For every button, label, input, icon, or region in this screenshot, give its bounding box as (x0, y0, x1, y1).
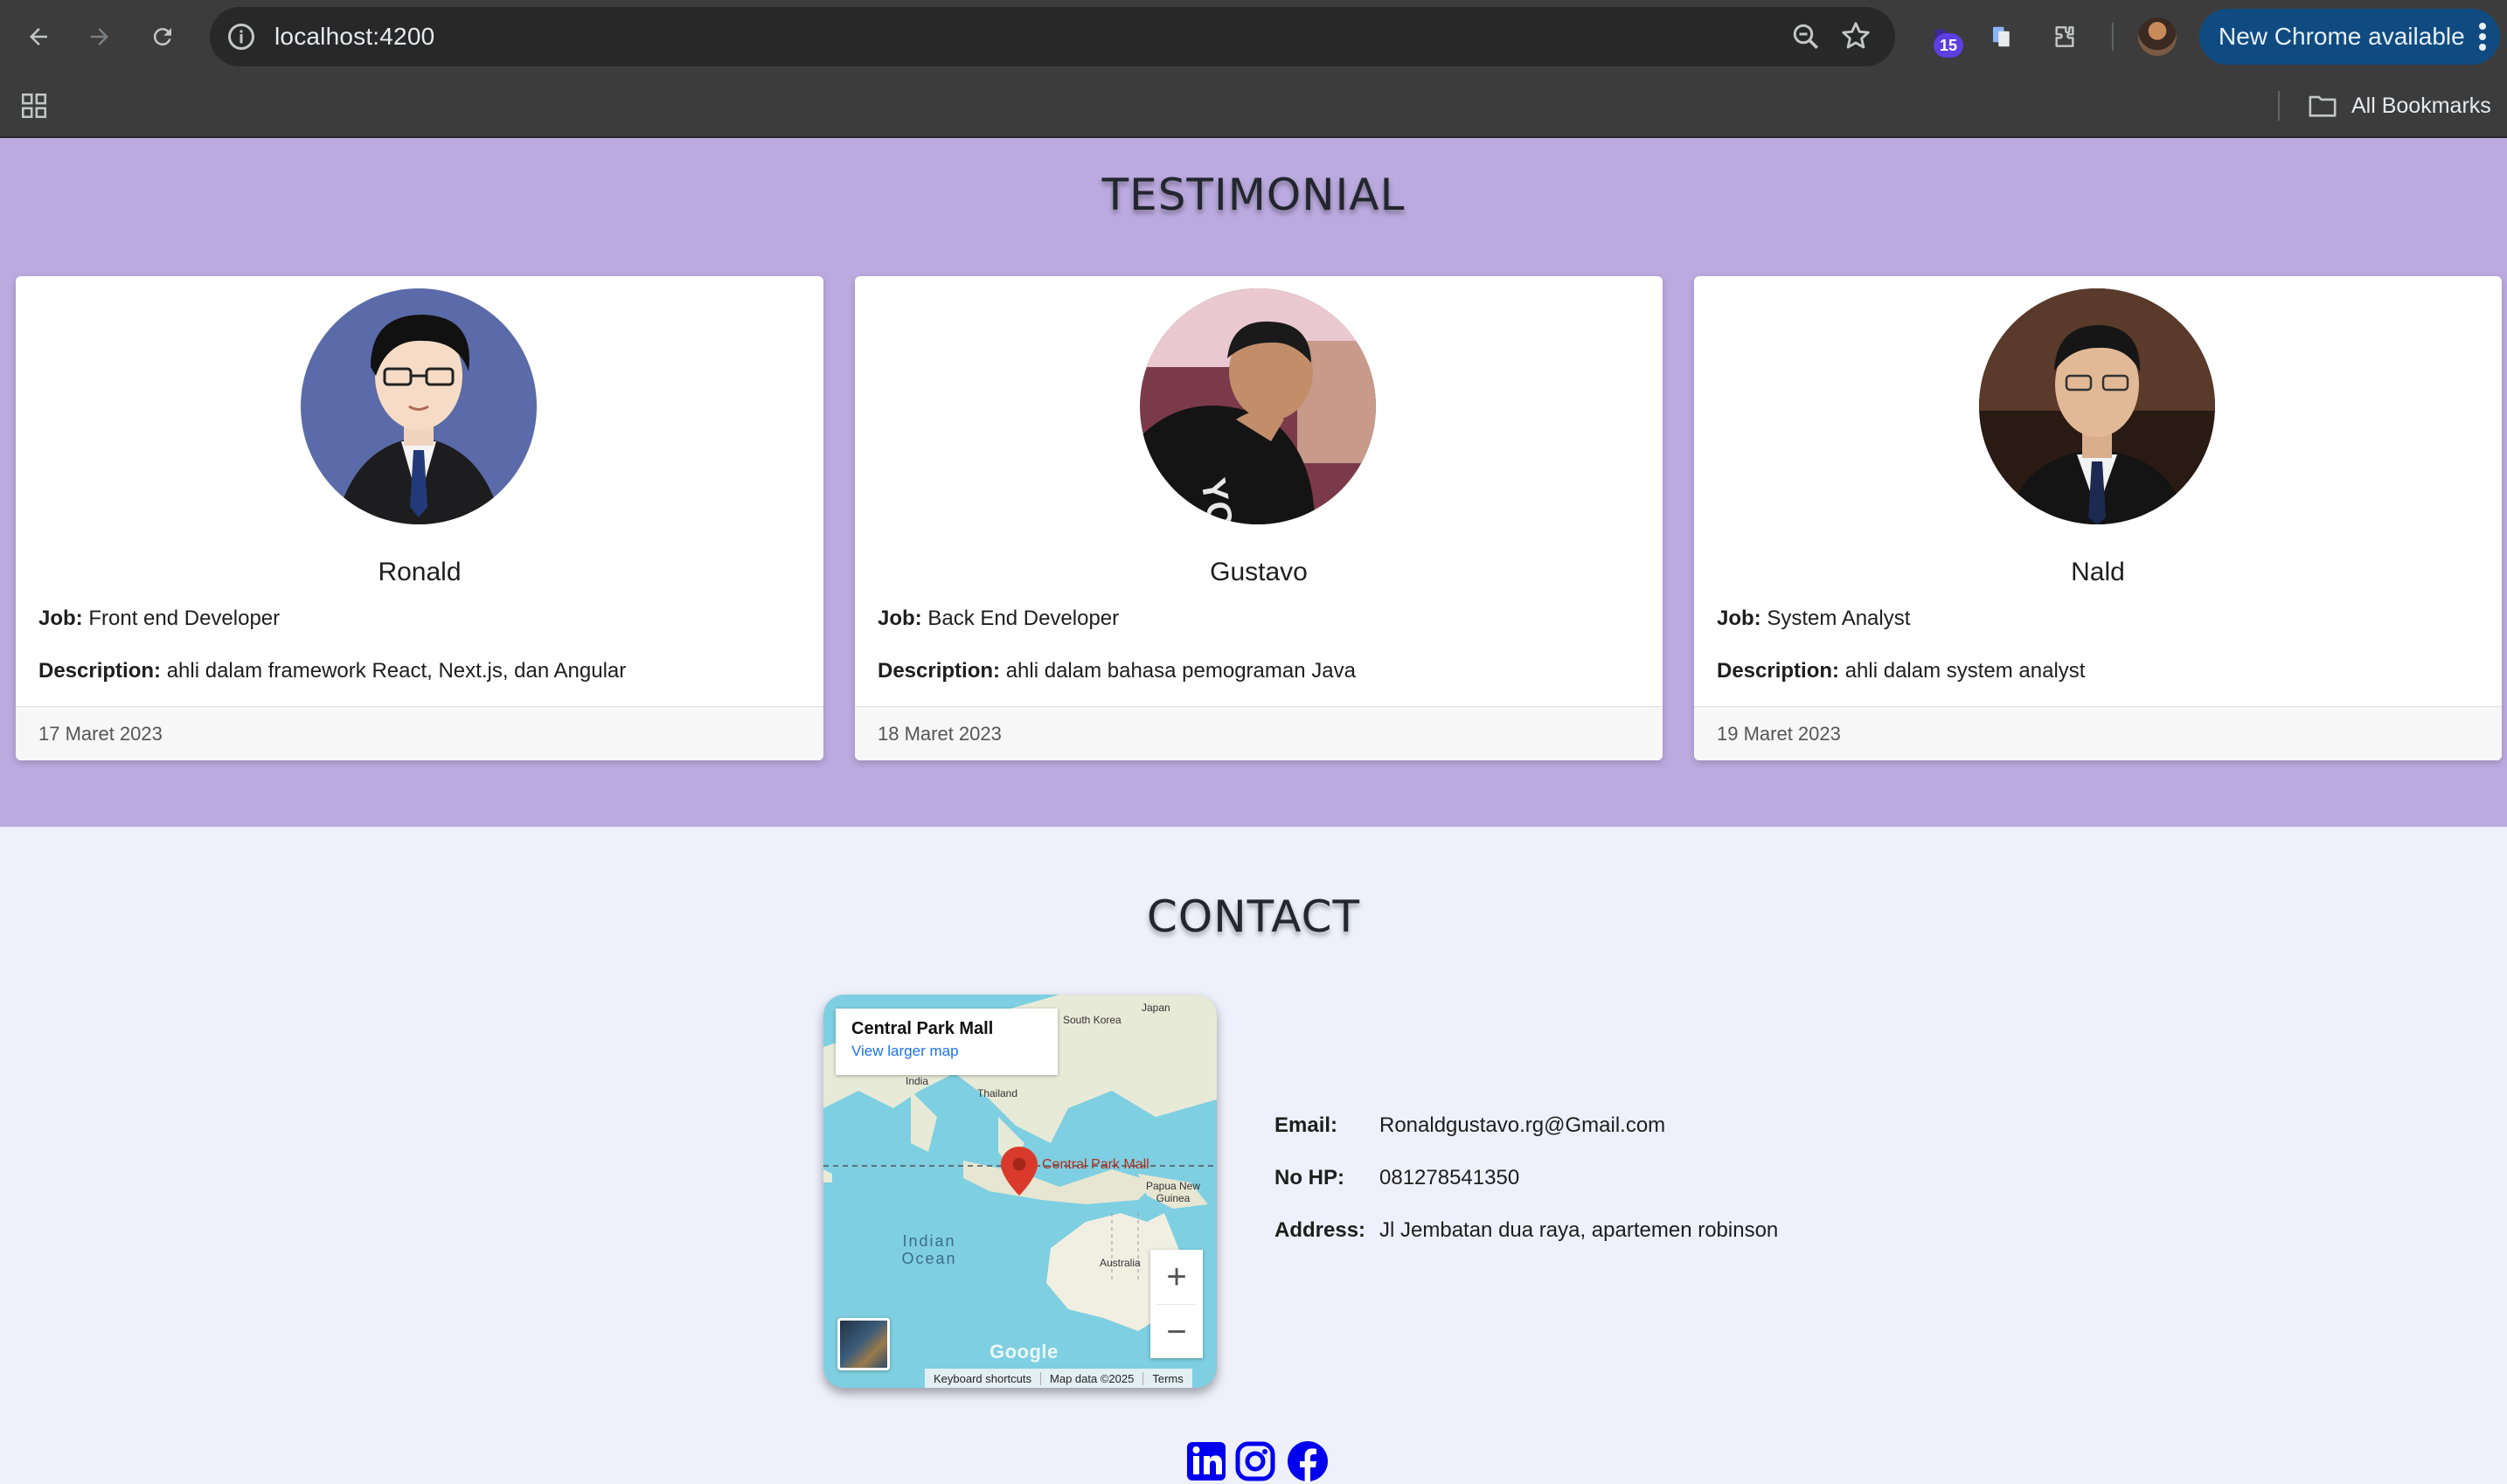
all-bookmarks-label: All Bookmarks (2351, 93, 2491, 118)
satellite-toggle[interactable] (837, 1318, 890, 1370)
puzzle-icon (2055, 26, 2074, 47)
card-description: Description: ahli dalam system analyst (1717, 659, 2085, 683)
reload-button[interactable] (143, 17, 182, 56)
address-label: Address: (1274, 1218, 1366, 1242)
card-date: 19 Maret 2023 (1694, 706, 2502, 760)
map-attribution: Keyboard shortcuts Map data ©2025 Terms (925, 1369, 1192, 1388)
job-value: Front end Developer (88, 607, 281, 630)
instagram-icon[interactable] (1234, 1440, 1276, 1482)
map-label-thailand: Thailand (977, 1087, 1018, 1099)
zoom-icon[interactable] (1790, 21, 1822, 52)
zoom-in-button[interactable]: + (1150, 1250, 1203, 1304)
map-place-name: Central Park Mall (851, 1019, 994, 1038)
card-name: Nald (2071, 558, 2125, 586)
description-value: ahli dalam framework React, Next.js, dan… (166, 659, 627, 683)
job-label: Job: (1717, 607, 1761, 630)
bookmarks-separator (2278, 91, 2280, 121)
bookmarks-bar: All Bookmarks (0, 73, 2507, 138)
map-label-south-korea: South Korea (1063, 1014, 1122, 1026)
url-text[interactable]: localhost:4200 (274, 23, 434, 51)
terms-link[interactable]: Terms (1143, 1372, 1191, 1385)
embedded-map[interactable]: Central Park Mall View larger map Japan … (823, 995, 1217, 1388)
update-label: New Chrome available (2219, 23, 2465, 50)
testimonial-card: Nald Job: System Analyst Description: ah… (1694, 276, 2502, 760)
facebook-icon[interactable] (1287, 1440, 1329, 1482)
all-bookmarks-button[interactable]: All Bookmarks (2308, 91, 2491, 121)
browser-toolbar: localhost:4200 15 New Chrome available (0, 0, 2507, 73)
map-label-ocean: Indian Ocean (901, 1232, 957, 1267)
cartoon-avatar-image (301, 288, 537, 524)
map-label-papua: Papua New Guinea (1145, 1180, 1201, 1204)
avatar (301, 288, 537, 524)
avatar: YORK (1140, 288, 1376, 524)
description-label: Description: (878, 659, 1001, 683)
description-value: ahli dalam system analyst (1844, 659, 2086, 683)
photo-avatar-image (1979, 288, 2215, 524)
contact-title: CONTACT (1146, 891, 1361, 942)
address-row: Address: Jl Jembatan dua raya, apartemen … (1274, 1218, 1778, 1243)
docs-extension-button[interactable] (1983, 17, 2021, 56)
description-label: Description: (38, 659, 162, 683)
keyboard-shortcuts-link[interactable]: Keyboard shortcuts (925, 1371, 1042, 1385)
job-value: Back End Developer (927, 607, 1120, 630)
card-description: Description: ahli dalam bahasa pemograma… (878, 659, 1356, 683)
toolbar-separator (2112, 23, 2114, 51)
description-value: ahli dalam bahasa pemograman Java (1005, 659, 1356, 683)
map-zoom-control: + − (1150, 1250, 1203, 1358)
card-job: Job: System Analyst (1717, 607, 1910, 631)
map-label-australia: Australia (1100, 1257, 1141, 1269)
card-name: Ronald (378, 558, 462, 586)
testimonial-card: Ronald Job: Front end Developer Descript… (16, 276, 823, 760)
email-row: Email: Ronaldgustavo.rg@Gmail.com (1274, 1113, 1665, 1138)
address-value: Jl Jembatan dua raya, apartemen robinson (1379, 1218, 1779, 1242)
reload-icon (153, 28, 171, 46)
zoom-out-button[interactable]: − (1150, 1305, 1203, 1359)
map-place-card: Central Park Mall View larger map (836, 1009, 1058, 1075)
google-logo: Google (990, 1341, 1059, 1363)
card-job: Job: Back End Developer (878, 607, 1119, 631)
job-label: Job: (878, 607, 922, 630)
card-job: Job: Front end Developer (38, 607, 280, 631)
site-info-icon[interactable] (226, 21, 257, 52)
map-label-japan: Japan (1142, 1002, 1170, 1014)
testimonial-section: TESTIMONIAL Ronald Job: Front end Develo… (0, 138, 2507, 827)
extension-badge: 15 (1934, 33, 1963, 58)
phone-value: 081278541350 (1379, 1166, 1520, 1189)
forward-arrow-icon (91, 28, 108, 45)
map-label-india: India (906, 1075, 929, 1087)
folder-icon (2309, 95, 2337, 117)
profile-avatar[interactable] (2138, 17, 2177, 56)
map-marker-icon[interactable] (1000, 1147, 1038, 1196)
map-label-marker: Central Park Mall (1042, 1157, 1149, 1172)
extensions-menu-button[interactable] (2045, 17, 2084, 56)
back-arrow-icon (30, 28, 47, 45)
description-label: Description: (1717, 659, 1840, 683)
map-data-text: Map data ©2025 (1041, 1371, 1144, 1385)
job-value: System Analyst (1767, 607, 1911, 630)
email-label: Email: (1274, 1113, 1338, 1137)
kebab-menu-icon (2479, 23, 2486, 51)
apps-grid-icon[interactable] (19, 91, 49, 121)
card-date: 18 Maret 2023 (855, 706, 1663, 760)
card-description: Description: ahli dalam framework React,… (38, 659, 626, 683)
linkedin-icon[interactable] (1185, 1440, 1227, 1482)
view-larger-map-link[interactable]: View larger map (851, 1043, 1042, 1060)
new-chrome-available-button[interactable]: New Chrome available (2199, 9, 2500, 65)
bookmark-star-icon[interactable] (1839, 19, 1872, 52)
address-bar[interactable]: localhost:4200 (210, 7, 1895, 66)
back-button[interactable] (19, 17, 58, 56)
job-label: Job: (38, 607, 83, 630)
phone-row: No HP: 081278541350 (1274, 1166, 1519, 1190)
testimonial-title: TESTIMONIAL (1101, 170, 1406, 220)
photo-avatar-image: YORK (1140, 288, 1376, 524)
document-icon (1993, 26, 2010, 47)
card-name: Gustavo (1210, 558, 1308, 586)
forward-button[interactable] (80, 17, 119, 56)
email-value: Ronaldgustavo.rg@Gmail.com (1379, 1113, 1666, 1137)
testimonial-card: YORK Gustavo Job: Back End Developer Des… (855, 276, 1663, 760)
card-date: 17 Maret 2023 (16, 706, 823, 760)
phone-label: No HP: (1274, 1166, 1344, 1189)
avatar (1979, 288, 2215, 524)
